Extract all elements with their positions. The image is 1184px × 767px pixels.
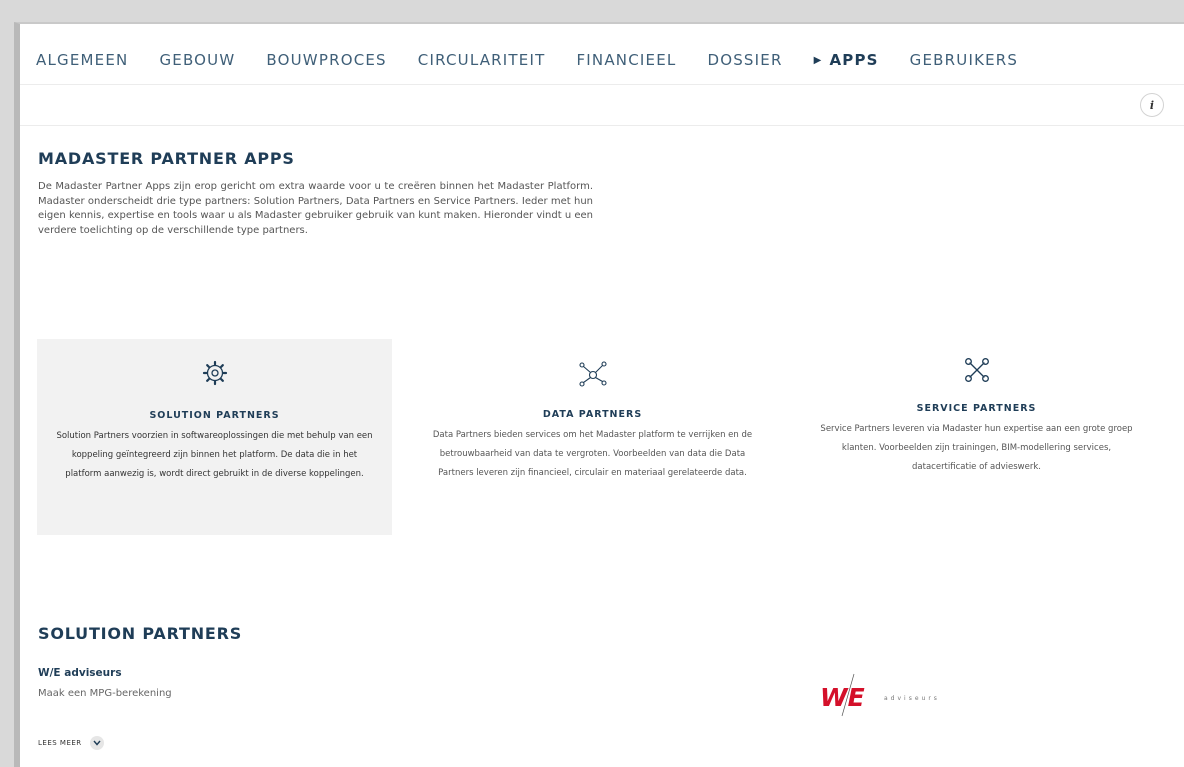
caret-right-icon: ▶ [813, 54, 823, 66]
tab-financieel[interactable]: FINANCIEEL [576, 51, 676, 69]
card-title: SERVICE PARTNERS [916, 403, 1037, 414]
tab-label: DOSSIER [707, 51, 783, 69]
partner-logo: WE adviseurs [818, 672, 978, 722]
tab-apps[interactable]: ▶ APPS [814, 51, 879, 69]
tab-label: CIRCULARITEIT [417, 51, 546, 69]
tab-label: GEBOUW [159, 51, 236, 69]
card-text: Solution Partners voorzien in softwareop… [56, 431, 373, 479]
card-data-partners: DATA PARTNERS Data Partners bieden servi… [415, 339, 770, 535]
partner-types: SOLUTION PARTNERS Solution Partners voor… [37, 339, 1182, 539]
page-title: MADASTER PARTNER APPS [38, 149, 295, 168]
tab-label: ALGEMEEN [36, 51, 129, 69]
card-title: DATA PARTNERS [542, 409, 643, 420]
intro-text: De Madaster Partner Apps zijn erop geric… [38, 181, 593, 236]
tab-bar: ALGEMEEN GEBOUW BOUWPROCES CIRCULARITEIT… [36, 44, 1049, 76]
gear-icon [202, 360, 227, 386]
app-frame: ALGEMEEN GEBOUW BOUWPROCES CIRCULARITEIT… [14, 22, 1184, 767]
logo-text: adviseurs [884, 695, 940, 702]
logo-mark: WE [820, 683, 865, 712]
tab-label: GEBRUIKERS [909, 51, 1019, 69]
card-title: SOLUTION PARTNERS [149, 410, 280, 421]
card-text: Service Partners leveren via Madaster hu… [820, 424, 1133, 472]
tab-dossier[interactable]: DOSSIER [707, 51, 782, 69]
partner-description: Maak een MPG-berekening [38, 688, 172, 699]
tab-label: APPS [829, 51, 879, 69]
network-icon [578, 361, 607, 387]
card-service-partners: SERVICE PARTNERS Service Partners levere… [799, 339, 1154, 535]
tab-bouwproces[interactable]: BOUWPROCES [266, 51, 386, 69]
chevron-down-icon [89, 736, 104, 750]
section-title: SOLUTION PARTNERS [38, 624, 243, 643]
card-text: Data Partners bieden services om het Mad… [432, 430, 753, 478]
tab-circulariteit[interactable]: CIRCULARITEIT [418, 51, 546, 69]
tools-icon [964, 358, 989, 382]
tab-label: FINANCIEEL [576, 51, 677, 69]
card-solution-partners: SOLUTION PARTNERS Solution Partners voor… [37, 339, 392, 535]
tab-gebouw[interactable]: GEBOUW [159, 51, 235, 69]
read-more-button[interactable]: LEES MEER [38, 736, 104, 750]
tab-gebruikers[interactable]: GEBRUIKERS [910, 51, 1018, 69]
tab-label: BOUWPROCES [266, 51, 387, 69]
info-icon[interactable]: i [1140, 93, 1164, 117]
tab-algemeen[interactable]: ALGEMEEN [36, 51, 128, 69]
partner-name: W/E adviseurs [38, 667, 122, 679]
divider [20, 125, 1184, 126]
divider [20, 84, 1184, 85]
read-more-label: LEES MEER [38, 739, 82, 747]
